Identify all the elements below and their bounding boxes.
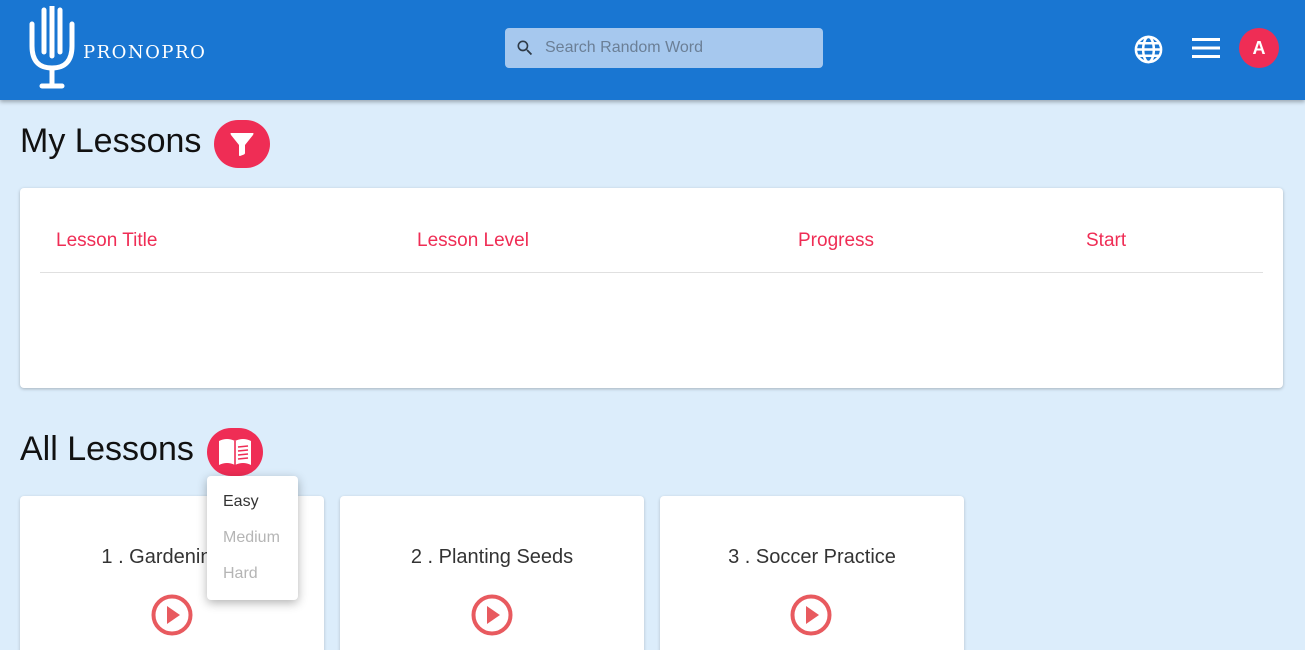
search-input[interactable] xyxy=(545,28,815,68)
filter-funnel-icon xyxy=(230,133,254,157)
my-lessons-heading: My Lessons xyxy=(20,122,202,160)
filter-button[interactable] xyxy=(214,120,270,168)
top-app-bar: PRONOPRO A xyxy=(0,0,1305,100)
brand-name: PRONOPRO xyxy=(83,42,207,63)
globe-language-icon[interactable] xyxy=(1133,34,1164,65)
column-header-lesson-title[interactable]: Lesson Title xyxy=(56,230,157,252)
microphone-hand-logo-icon[interactable] xyxy=(26,6,78,90)
menu-item-medium: Medium xyxy=(223,529,280,546)
all-lessons-heading: All Lessons xyxy=(20,430,194,468)
menu-item-easy[interactable]: Easy xyxy=(223,493,259,511)
play-icon[interactable] xyxy=(790,594,832,636)
column-header-progress[interactable]: Progress xyxy=(798,230,874,252)
open-book-icon xyxy=(219,439,251,465)
user-avatar[interactable]: A xyxy=(1239,28,1279,68)
search-icon xyxy=(517,40,533,56)
lesson-card-title: 2 . Planting Seeds xyxy=(410,546,574,568)
play-icon[interactable] xyxy=(151,594,193,636)
play-icon[interactable] xyxy=(471,594,513,636)
level-menu-button[interactable] xyxy=(207,428,263,476)
menu-item-hard: Hard xyxy=(223,565,258,582)
my-lessons-table: Lesson Title Lesson Level Progress Start xyxy=(20,188,1283,388)
lesson-card[interactable]: 2 . Planting Seeds xyxy=(340,496,644,650)
column-header-start[interactable]: Start xyxy=(1086,230,1126,252)
column-header-lesson-level[interactable]: Lesson Level xyxy=(417,230,529,252)
lesson-card[interactable]: 3 . Soccer Practice xyxy=(660,496,964,650)
table-header-divider xyxy=(40,272,1263,273)
lesson-card-title: 3 . Soccer Practice xyxy=(728,546,896,568)
level-dropdown-menu: Easy Medium Hard xyxy=(207,476,298,600)
hamburger-menu-icon[interactable] xyxy=(1191,36,1221,60)
search-bar xyxy=(505,28,823,68)
